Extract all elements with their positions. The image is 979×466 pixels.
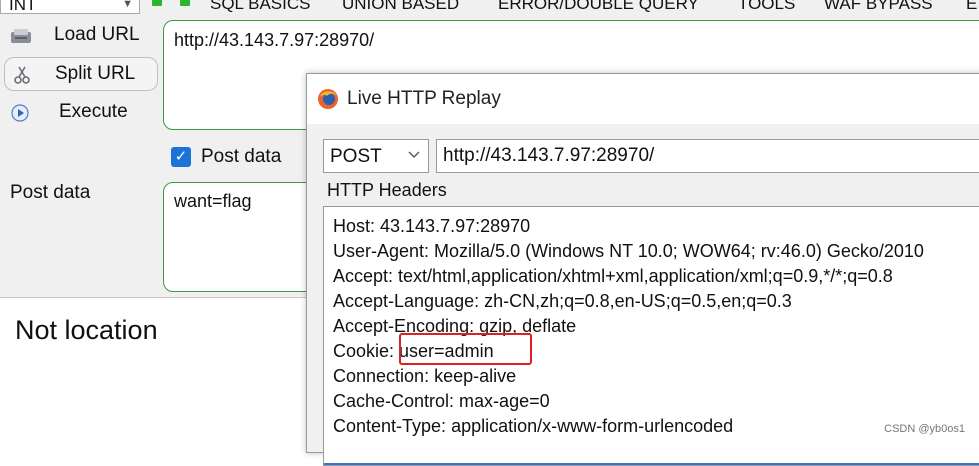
firefox-icon — [318, 89, 338, 109]
header-line-content-type: Content-Type: application/x-www-form-url… — [333, 416, 734, 436]
menu-sql-basics[interactable]: SQL BASICS — [210, 0, 310, 14]
http-headers-label: HTTP Headers — [327, 180, 447, 200]
replay-url-input[interactable]: http://43.143.7.97:28970/ — [436, 139, 979, 173]
method-select-value: POST — [330, 146, 382, 167]
post-data-label: Post data — [10, 182, 91, 203]
play-icon — [11, 104, 29, 122]
post-data-checkbox-label: Post data — [201, 146, 282, 167]
int-select[interactable]: INT ▼ — [0, 0, 140, 14]
post-data-checkbox[interactable]: ✓ — [171, 147, 191, 167]
method-select[interactable]: POST — [323, 139, 429, 173]
split-url-label: Split URL — [55, 63, 136, 84]
page-response-text: Not location — [15, 315, 158, 345]
hackbar-menubar: INT ▼ SQL BASICS UNION BASED ERROR/DOUBL… — [0, 0, 979, 14]
post-data-value: want=flag — [174, 191, 252, 211]
menu-union-based[interactable]: UNION BASED — [342, 0, 459, 14]
header-line-connection: Connection: keep-alive — [333, 366, 517, 386]
load-url-label: Load URL — [54, 24, 140, 45]
split-url-button[interactable]: Split URL — [4, 57, 158, 91]
live-http-replay-window: Live HTTP Replay POST http://43.143.7.97… — [306, 73, 979, 466]
replay-url-value: http://43.143.7.97:28970/ — [443, 145, 655, 166]
header-line-accept: Accept: text/html,application/xhtml+xml,… — [333, 266, 893, 286]
int-select-value: INT — [9, 0, 37, 14]
execute-button[interactable]: Execute — [4, 96, 158, 130]
execute-label: Execute — [59, 101, 128, 122]
menu-more[interactable]: E — [966, 0, 977, 14]
menu-waf-bypass[interactable]: WAF BYPASS — [824, 0, 933, 14]
header-line-cache-control: Cache-Control: max-age=0 — [333, 391, 550, 411]
window-titlebar[interactable]: Live HTTP Replay — [307, 74, 979, 124]
menu-error-double-query[interactable]: ERROR/DOUBLE QUERY — [498, 0, 699, 14]
textarea-focus-border — [324, 463, 979, 465]
url-textarea-value: http://43.143.7.97:28970/ — [174, 30, 375, 50]
green-plus-icon — [180, 0, 190, 6]
header-line-user-agent: User-Agent: Mozilla/5.0 (Windows NT 10.0… — [333, 241, 924, 261]
load-url-button[interactable]: Load URL — [4, 19, 158, 53]
header-line-accept-language: Accept-Language: zh-CN,zh;q=0.8,en-US;q=… — [333, 291, 792, 311]
menu-tools[interactable]: TOOLS — [738, 0, 795, 14]
chevron-down-icon — [408, 151, 420, 158]
load-url-icon — [11, 29, 31, 43]
scissors-icon — [14, 66, 30, 84]
header-line-host: Host: 43.143.7.97:28970 — [333, 216, 531, 236]
watermark: CSDN @yb0os1 — [884, 423, 965, 435]
green-square-icon — [152, 0, 162, 6]
window-title: Live HTTP Replay — [347, 88, 501, 109]
chevron-down-icon: ▼ — [122, 0, 133, 10]
cookie-highlight-box — [399, 333, 532, 365]
